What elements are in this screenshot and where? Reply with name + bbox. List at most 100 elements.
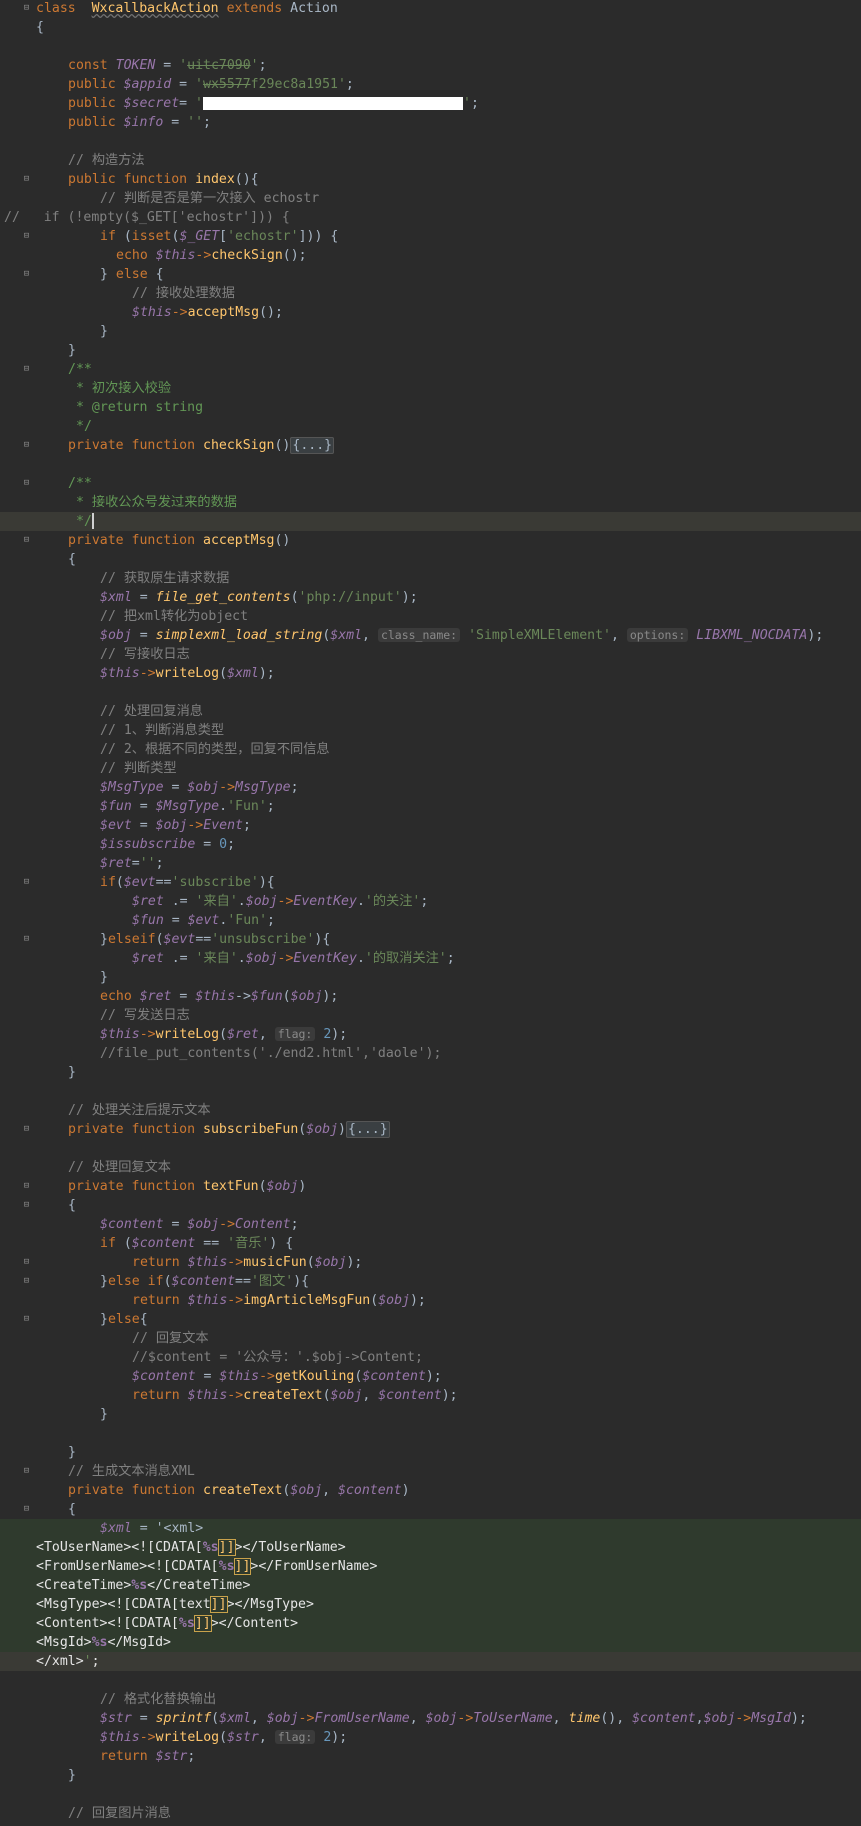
code-line[interactable]: * @return string	[0, 398, 861, 417]
code-line[interactable]: return $this->musicFun($obj);	[0, 1253, 861, 1272]
code-text: if ($content == '音乐') {	[100, 1236, 294, 1251]
code-line[interactable]: $MsgType = $obj->MsgType;	[0, 778, 861, 797]
code-line[interactable]: $evt = $obj->Event;	[0, 816, 861, 835]
code-line[interactable]: }	[0, 1063, 861, 1082]
code-line[interactable]: private function checkSign() {...}	[0, 436, 861, 455]
code-line[interactable]: private function subscribeFun($obj) {...}	[0, 1120, 861, 1139]
code-line[interactable]: $str = sprintf($xml, $obj->FromUserName,…	[0, 1709, 861, 1728]
code-line[interactable]: {	[0, 18, 861, 37]
code-line[interactable]: $fun = $MsgType.'Fun';	[0, 797, 861, 816]
code-line[interactable]: }	[0, 341, 861, 360]
code-line[interactable]: public $appid = 'wx5577f29ec8a1951';	[0, 75, 861, 94]
code-line[interactable]: $fun = $evt.'Fun';	[0, 911, 861, 930]
code-line[interactable]: private function acceptMsg()	[0, 531, 861, 550]
code-line[interactable]: <MsgType><![CDATA[text]]></MsgType>	[0, 1595, 861, 1614]
code-line[interactable]: <ToUserName><![CDATA[%s]]></ToUserName>	[0, 1538, 861, 1557]
code-line[interactable]: // 构造方法	[0, 151, 861, 170]
code-line[interactable]: $issubscribe = 0;	[0, 835, 861, 854]
code-line[interactable]: <Content><![CDATA[%s]]></Content>	[0, 1614, 861, 1633]
code-line[interactable]: // 回复文本	[0, 1329, 861, 1348]
code-line[interactable]: // 写发送日志	[0, 1006, 861, 1025]
code-line[interactable]: // 把xml转化为object	[0, 607, 861, 626]
code-line[interactable]: private function createText($obj, $conte…	[0, 1481, 861, 1500]
code-line[interactable]: * 接收公众号发过来的数据	[0, 493, 861, 512]
code-line[interactable]: <FromUserName><![CDATA[%s]]></FromUserNa…	[0, 1557, 861, 1576]
code-line[interactable]: // 1、判断消息类型	[0, 721, 861, 740]
code-line[interactable]: */	[0, 417, 861, 436]
code-line[interactable]: }	[0, 1766, 861, 1785]
code-line[interactable]: $xml = '<xml>	[0, 1519, 861, 1538]
text-cursor	[91, 513, 94, 529]
code-line[interactable]: private function textFun($obj)	[0, 1177, 861, 1196]
code-text: // 构造方法	[68, 153, 145, 168]
code-line[interactable]: public function index(){	[0, 170, 861, 189]
code-line[interactable]: // 处理回复消息	[0, 702, 861, 721]
code-line[interactable]: if ($content == '音乐') {	[0, 1234, 861, 1253]
code-line[interactable]: }else{	[0, 1310, 861, 1329]
code-line[interactable]: return $str;	[0, 1747, 861, 1766]
code-line[interactable]: $this->acceptMsg();	[0, 303, 861, 322]
code-line[interactable]: //$content = '公众号：'.$obj->Content;	[0, 1348, 861, 1367]
code-line[interactable]: <MsgId>%s</MsgId>	[0, 1633, 861, 1652]
code-line[interactable]: // 格式化替换输出	[0, 1690, 861, 1709]
code-line[interactable]: // if (!empty($_GET['echostr'])) {	[0, 208, 861, 227]
code-line[interactable]: /**	[0, 360, 861, 379]
code-line[interactable]: // 2、根据不同的类型，回复不同信息	[0, 740, 861, 759]
code-line[interactable]: }	[0, 968, 861, 987]
code-line[interactable]: $this->writeLog($ret, flag: 2);	[0, 1025, 861, 1044]
code-line[interactable]: {	[0, 1500, 861, 1519]
code-line[interactable]: */	[0, 512, 861, 531]
code-line[interactable]: $xml = file_get_contents('php://input');	[0, 588, 861, 607]
code-line[interactable]: $this->writeLog($str, flag: 2);	[0, 1728, 861, 1747]
code-line[interactable]: // 判断类型	[0, 759, 861, 778]
code-line[interactable]: // 判断是否是第一次接入 echostr	[0, 189, 861, 208]
code-line[interactable]: echo $ret = $this->$fun($obj);	[0, 987, 861, 1006]
code-text: */	[76, 513, 94, 529]
code-line[interactable]: $ret .= '来自'.$obj->EventKey.'的关注';	[0, 892, 861, 911]
code-line[interactable]: <CreateTime>%s</CreateTime>	[0, 1576, 861, 1595]
code-line[interactable]: // 回复图片消息	[0, 1804, 861, 1823]
code-text: }	[100, 324, 108, 339]
code-line[interactable]: }	[0, 322, 861, 341]
code-line[interactable]: //file_put_contents('./end2.html','daole…	[0, 1044, 861, 1063]
code-line[interactable]: $ret .= '来自'.$obj->EventKey.'的取消关注';	[0, 949, 861, 968]
code-line[interactable]: // 写接收日志	[0, 645, 861, 664]
code-line[interactable]: * 初次接入校验	[0, 379, 861, 398]
code-line[interactable]: }	[0, 1443, 861, 1462]
code-line[interactable]: {	[0, 1196, 861, 1215]
code-line[interactable]: </xml>';	[0, 1652, 861, 1671]
code-line[interactable]: public $info = '';	[0, 113, 861, 132]
code-text: */	[76, 419, 92, 434]
code-line[interactable]: public $secret= ' ';	[0, 94, 861, 113]
code-line[interactable]: return $this->imgArticleMsgFun($obj);	[0, 1291, 861, 1310]
code-line[interactable]: // 生成文本消息XML	[0, 1462, 861, 1481]
code-line[interactable]: $obj = simplexml_load_string($xml, class…	[0, 626, 861, 645]
code-line[interactable]: {	[0, 550, 861, 569]
code-line[interactable]: echo $this->checkSign();	[0, 246, 861, 265]
code-line[interactable]: class WxcallbackAction extends Action	[0, 0, 861, 18]
code-text: $MsgType = $obj->MsgType;	[100, 780, 299, 795]
code-editor[interactable]: ⊟⊟⊟⊟⊟⊟⊟⊟⊟⊟⊟⊟⊟⊟⊟⊟⊟⊟⊟⊟ class WxcallbackAct…	[0, 0, 861, 1826]
code-line[interactable]: if($evt=='subscribe'){	[0, 873, 861, 892]
code-line[interactable]: // 接收处理数据	[0, 284, 861, 303]
code-text: public $appid = 'wx5577f29ec8a1951';	[68, 77, 354, 92]
code-line[interactable]: }else if($content=='图文'){	[0, 1272, 861, 1291]
code-line[interactable]: // 处理关注后提示文本	[0, 1101, 861, 1120]
code-text: * 接收公众号发过来的数据	[76, 495, 237, 510]
code-line[interactable]: }	[0, 1405, 861, 1424]
code-line[interactable]: if (isset($_GET['echostr'])) {	[0, 227, 861, 246]
code-line[interactable]: // 处理回复文本	[0, 1158, 861, 1177]
code-line[interactable]: $content = $this->getKouling($content);	[0, 1367, 861, 1386]
code-line[interactable]: }elseif($evt=='unsubscribe'){	[0, 930, 861, 949]
code-line[interactable]: // 获取原生请求数据	[0, 569, 861, 588]
code-text: $issubscribe = 0;	[100, 837, 236, 852]
code-line[interactable]: $this->writeLog($xml);	[0, 664, 861, 683]
code-line[interactable]: const TOKEN = 'uitc7090';	[0, 56, 861, 75]
code-text: // 生成文本消息XML	[68, 1464, 195, 1479]
code-line[interactable]: $ret='';	[0, 854, 861, 873]
code-line[interactable]: } else {	[0, 265, 861, 284]
code-line[interactable]: return $this->createText($obj, $content)…	[0, 1386, 861, 1405]
code-text: }	[68, 1445, 76, 1460]
code-line[interactable]: $content = $obj->Content;	[0, 1215, 861, 1234]
code-line[interactable]: /**	[0, 474, 861, 493]
